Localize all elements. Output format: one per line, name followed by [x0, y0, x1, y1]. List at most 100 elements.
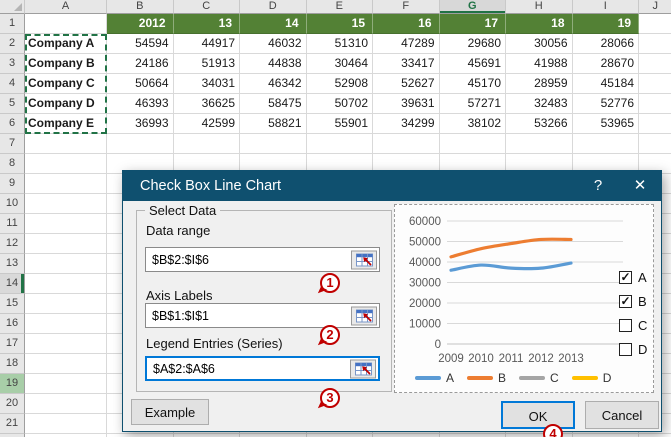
- cell-A10[interactable]: [25, 194, 107, 214]
- cell-C3[interactable]: 51913: [173, 54, 240, 74]
- row-header-20[interactable]: 20: [0, 394, 25, 414]
- cell-H5[interactable]: 32483: [506, 94, 573, 114]
- cell-A5[interactable]: Company D: [25, 94, 107, 114]
- cell-E1[interactable]: 15: [306, 14, 373, 34]
- cell-C2[interactable]: 44917: [173, 34, 240, 54]
- col-header-D[interactable]: D: [240, 0, 307, 14]
- cell-H3[interactable]: 41988: [506, 54, 573, 74]
- col-header-H[interactable]: H: [506, 0, 573, 14]
- example-button[interactable]: Example: [131, 399, 209, 425]
- cell-A3[interactable]: Company B: [25, 54, 107, 74]
- cell-I3[interactable]: 28670: [572, 54, 639, 74]
- row-header-12[interactable]: 12: [0, 234, 25, 254]
- cell-C5[interactable]: 36625: [173, 94, 240, 114]
- cell-G1[interactable]: 17: [439, 14, 506, 34]
- cell-H2[interactable]: 30056: [506, 34, 573, 54]
- cell-A13[interactable]: [25, 254, 107, 274]
- col-header-G[interactable]: G: [439, 0, 506, 14]
- cell-A20[interactable]: [25, 394, 107, 414]
- cell-J7[interactable]: [639, 134, 671, 154]
- cell-I4[interactable]: 45184: [572, 74, 639, 94]
- cell-E3[interactable]: 30464: [306, 54, 373, 74]
- cell-I5[interactable]: 52776: [572, 94, 639, 114]
- cell-E7[interactable]: [306, 134, 373, 154]
- cell-D5[interactable]: 58475: [240, 94, 307, 114]
- cell-A1[interactable]: [25, 14, 107, 34]
- cell-D6[interactable]: 58821: [240, 114, 307, 134]
- col-header-C[interactable]: C: [173, 0, 240, 14]
- cell-F6[interactable]: 34299: [373, 114, 440, 134]
- cell-F4[interactable]: 52627: [373, 74, 440, 94]
- row-header-10[interactable]: 10: [0, 194, 25, 214]
- select-all-corner[interactable]: [0, 0, 25, 14]
- col-header-B[interactable]: B: [107, 0, 174, 14]
- row-header-7[interactable]: 7: [0, 134, 25, 154]
- cell-C1[interactable]: 13: [173, 14, 240, 34]
- row-header-15[interactable]: 15: [0, 294, 25, 314]
- cell-H7[interactable]: [506, 134, 573, 154]
- cell-E5[interactable]: 50702: [306, 94, 373, 114]
- cell-B1[interactable]: 2012: [107, 14, 174, 34]
- cell-B7[interactable]: [107, 134, 174, 154]
- range-input-2[interactable]: $B$1:$I$1: [145, 303, 380, 328]
- series-checkbox-C[interactable]: [619, 318, 632, 332]
- cell-J1[interactable]: [639, 14, 671, 34]
- cell-A12[interactable]: [25, 234, 107, 254]
- cell-A18[interactable]: [25, 354, 107, 374]
- cell-B4[interactable]: 50664: [107, 74, 174, 94]
- cell-A6[interactable]: Company E: [25, 114, 107, 134]
- cell-A2[interactable]: Company A: [25, 34, 107, 54]
- cell-A11[interactable]: [25, 214, 107, 234]
- cell-A19[interactable]: [25, 374, 107, 394]
- row-header-18[interactable]: 18: [0, 354, 25, 374]
- cell-I7[interactable]: [572, 134, 639, 154]
- cell-B6[interactable]: 36993: [107, 114, 174, 134]
- range-input-1[interactable]: $B$2:$I$6: [145, 247, 380, 272]
- cell-H1[interactable]: 18: [506, 14, 573, 34]
- cell-G3[interactable]: 45691: [439, 54, 506, 74]
- cell-H4[interactable]: 28959: [506, 74, 573, 94]
- cell-J5[interactable]: [639, 94, 671, 114]
- cell-G2[interactable]: 29680: [439, 34, 506, 54]
- range-picker-button-1[interactable]: [351, 250, 377, 269]
- series-checkbox-A[interactable]: ✓: [619, 270, 632, 284]
- cell-D2[interactable]: 46032: [240, 34, 307, 54]
- cell-J6[interactable]: [639, 114, 671, 134]
- cell-I6[interactable]: 53965: [572, 114, 639, 134]
- cell-E2[interactable]: 51310: [306, 34, 373, 54]
- cell-F3[interactable]: 33417: [373, 54, 440, 74]
- cell-H6[interactable]: 53266: [506, 114, 573, 134]
- cell-A8[interactable]: [25, 154, 107, 174]
- series-checkbox-D[interactable]: [619, 342, 632, 356]
- row-header-8[interactable]: 8: [0, 154, 25, 174]
- row-header-6[interactable]: 6: [0, 114, 25, 134]
- cell-A15[interactable]: [25, 294, 107, 314]
- cell-G7[interactable]: [439, 134, 506, 154]
- ok-button[interactable]: OK: [501, 401, 575, 429]
- close-button[interactable]: ✕: [619, 171, 661, 201]
- cell-I2[interactable]: 28066: [572, 34, 639, 54]
- cell-F5[interactable]: 39631: [373, 94, 440, 114]
- cell-I1[interactable]: 19: [572, 14, 639, 34]
- row-header-2[interactable]: 2: [0, 34, 25, 54]
- cell-D3[interactable]: 44838: [240, 54, 307, 74]
- cell-A4[interactable]: Company C: [25, 74, 107, 94]
- cell-E6[interactable]: 55901: [306, 114, 373, 134]
- cell-D4[interactable]: 46342: [240, 74, 307, 94]
- row-header-13[interactable]: 13: [0, 254, 25, 274]
- cell-B2[interactable]: 54594: [107, 34, 174, 54]
- cell-F2[interactable]: 47289: [373, 34, 440, 54]
- cell-D1[interactable]: 14: [240, 14, 307, 34]
- cell-A7[interactable]: [25, 134, 107, 154]
- cell-J3[interactable]: [639, 54, 671, 74]
- row-header-11[interactable]: 11: [0, 214, 25, 234]
- row-header-14[interactable]: 14: [0, 274, 25, 294]
- col-header-I[interactable]: I: [572, 0, 639, 14]
- row-header-5[interactable]: 5: [0, 94, 25, 114]
- cell-A16[interactable]: [25, 314, 107, 334]
- cell-J4[interactable]: [639, 74, 671, 94]
- row-header-1[interactable]: 1: [0, 14, 25, 34]
- cell-C7[interactable]: [173, 134, 240, 154]
- row-header-16[interactable]: 16: [0, 314, 25, 334]
- series-checkbox-B[interactable]: ✓: [619, 294, 632, 308]
